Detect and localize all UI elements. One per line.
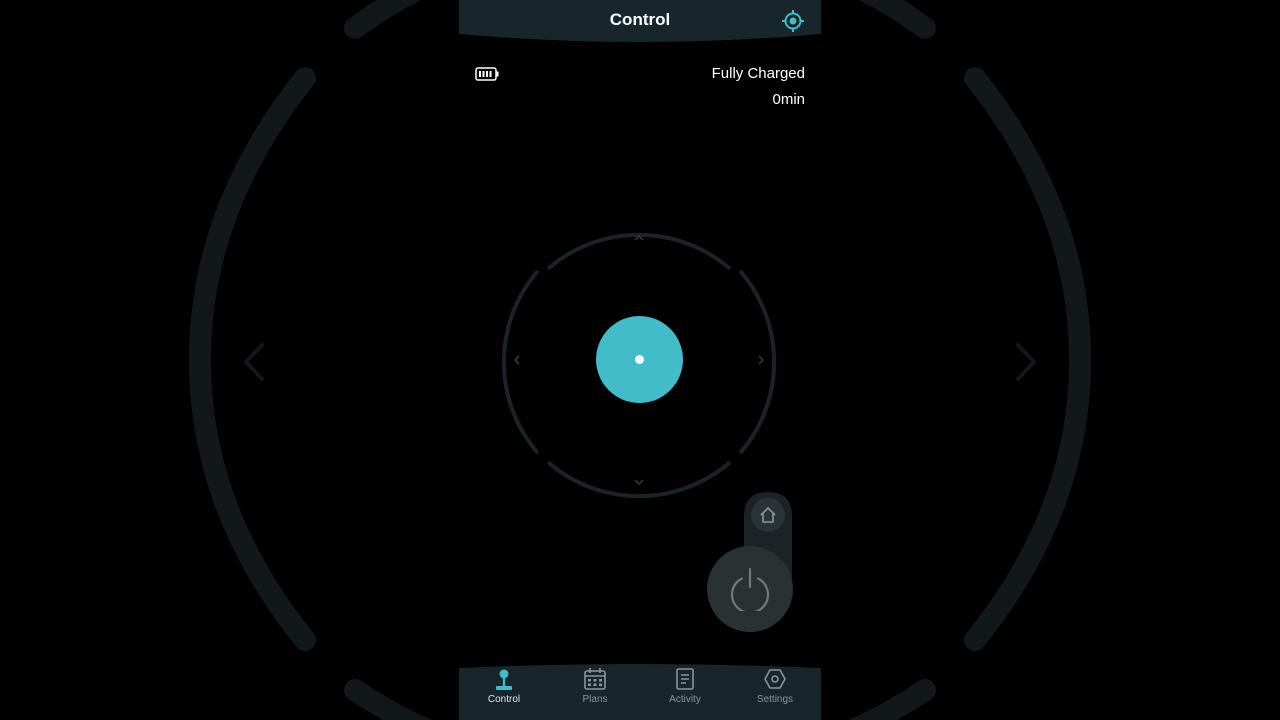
locate-button[interactable]: [781, 9, 805, 33]
home-dock-button[interactable]: [751, 498, 785, 532]
home-icon: [760, 507, 776, 523]
power-icon: [730, 567, 770, 611]
bottom-tab-bar: Control Plans Activity Settings: [459, 664, 821, 720]
joystick-control[interactable]: [497, 218, 781, 502]
tab-label: Control: [487, 694, 521, 705]
tab-label: Settings: [756, 694, 794, 705]
tab-settings[interactable]: Settings: [730, 664, 820, 720]
joystick-knob[interactable]: [596, 316, 683, 403]
page-title: Control: [609, 10, 671, 29]
calendar-icon: [584, 668, 606, 690]
joystick-icon: [496, 669, 512, 690]
move-up-button[interactable]: [627, 226, 651, 250]
move-down-button[interactable]: [627, 470, 651, 494]
tab-activity[interactable]: Activity: [640, 664, 730, 720]
chevron-up-icon: [634, 234, 644, 241]
tab-plans[interactable]: Plans: [550, 664, 640, 720]
document-icon: [676, 668, 694, 690]
tab-label: Activity: [669, 694, 701, 705]
battery-status-text: Fully Charged: [711, 65, 805, 82]
app-screen: Control Fully Charged 0min Control Plans…: [459, 0, 821, 720]
chevron-down-icon: [634, 479, 644, 486]
top-bar: Control: [459, 0, 821, 44]
move-right-button[interactable]: [749, 348, 773, 372]
chevron-left-icon: [513, 355, 520, 365]
power-button[interactable]: [707, 546, 793, 632]
joystick-knob-center-dot: [635, 355, 644, 364]
chevron-right-icon: [758, 355, 765, 365]
move-left-button[interactable]: [505, 348, 529, 372]
tab-label: Plans: [582, 694, 608, 705]
locate-target-icon: [782, 10, 804, 32]
hexagon-settings-icon: [764, 669, 786, 689]
battery-full-icon: [475, 67, 499, 81]
tab-control[interactable]: Control: [459, 664, 549, 720]
cleaning-time-text: 0min: [772, 91, 805, 108]
